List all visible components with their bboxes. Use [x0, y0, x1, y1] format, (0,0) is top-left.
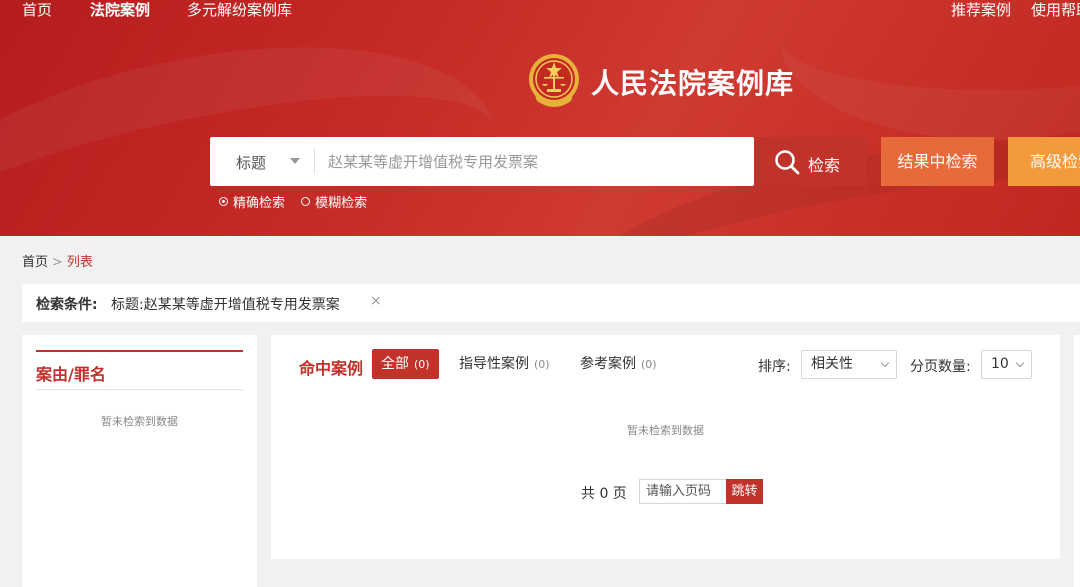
breadcrumb-separator: >: [52, 255, 63, 270]
divider: [314, 149, 315, 174]
breadcrumb-current: 列表: [66, 255, 93, 270]
nav-help[interactable]: 使用帮助: [1031, 0, 1080, 20]
page-number-input[interactable]: [639, 479, 727, 504]
remove-condition-icon[interactable]: ×: [370, 293, 382, 309]
cause-filter-panel: 案由/罪名 暂未检索到数据: [22, 335, 257, 587]
right-panel-edge: [1074, 335, 1080, 587]
nav-dispute-cases[interactable]: 多元解纷案例库: [187, 0, 292, 20]
cause-filter-title: 案由/罪名: [36, 365, 106, 384]
page-size-label: 分页数量:: [910, 359, 971, 375]
tab-count: (0): [641, 358, 657, 371]
empty-message: 暂未检索到数据: [101, 415, 178, 428]
breadcrumb: 首页 > 列表: [22, 251, 93, 270]
chevron-down-icon: [1015, 358, 1025, 368]
radio-exact-search[interactable]: 精确检索: [219, 192, 285, 211]
tab-guiding-cases[interactable]: 指导性案例 (0): [459, 349, 550, 379]
empty-message: 暂未检索到数据: [627, 424, 704, 437]
site-title: 人民法院案例库: [591, 67, 795, 100]
tab-label: 指导性案例: [459, 356, 529, 372]
search-icon: [774, 149, 800, 175]
page-size-select[interactable]: 10: [981, 350, 1032, 379]
search-condition-bar: 检索条件: 标题:赵某某等虚开增值税专用发票案 ×: [22, 284, 1080, 322]
radio-label: 模糊检索: [315, 196, 368, 211]
nav-recommended[interactable]: 推荐案例: [951, 0, 1011, 20]
page-jump-button[interactable]: 跳转: [726, 479, 763, 504]
search-within-button[interactable]: 结果中检索: [881, 137, 994, 186]
header-banner: 首页 法院案例 多元解纷案例库 推荐案例 使用帮助 人民法院案例库 标题: [0, 0, 1080, 236]
tab-label: 全部: [381, 356, 409, 372]
search-button-label: 检索: [808, 156, 841, 175]
search-input[interactable]: [328, 137, 748, 186]
radio-label: 精确检索: [233, 196, 286, 211]
top-navigation: 首页 法院案例 多元解纷案例库 推荐案例 使用帮助: [0, 0, 1080, 28]
page-size-value: 10: [991, 356, 1009, 372]
divider: [36, 389, 243, 390]
sort-select[interactable]: 相关性: [801, 350, 897, 379]
pager-total: 共 0 页: [581, 486, 627, 502]
caret-down-icon: [290, 158, 300, 164]
radio-unchecked-icon: [301, 197, 311, 206]
condition-label: 检索条件:: [36, 297, 98, 313]
tab-count: (0): [534, 358, 550, 371]
condition-value: 标题:赵某某等虚开增值税专用发票案: [111, 297, 340, 313]
tab-all[interactable]: 全部 (0): [372, 349, 439, 379]
radio-fuzzy-search[interactable]: 模糊检索: [301, 192, 367, 211]
sort-label: 排序:: [758, 359, 791, 375]
search-button[interactable]: 检索: [754, 137, 867, 186]
tab-label: 参考案例: [580, 356, 636, 372]
radio-checked-icon: [219, 197, 228, 206]
nav-court-cases[interactable]: 法院案例: [90, 0, 150, 20]
search-field-select[interactable]: 标题: [210, 137, 314, 186]
search-field-label: 标题: [236, 154, 267, 172]
tab-reference-cases[interactable]: 参考案例 (0): [580, 349, 657, 379]
nav-home[interactable]: 首页: [22, 0, 52, 20]
court-emblem-icon: [527, 51, 581, 112]
tab-count: (0): [414, 358, 430, 371]
sort-value: 相关性: [811, 356, 853, 372]
search-bar: 标题: [210, 137, 754, 186]
breadcrumb-home[interactable]: 首页: [22, 255, 48, 270]
search-mode-group: 精确检索 模糊检索: [219, 192, 379, 211]
chevron-down-icon: [880, 358, 890, 368]
advanced-search-button[interactable]: 高级检索: [1008, 137, 1080, 186]
results-panel: 命中案例 全部 (0) 指导性案例 (0) 参考案例 (0) 排序: 相关性 分页数量…: [271, 335, 1060, 559]
results-heading: 命中案例: [299, 359, 364, 378]
divider: [36, 350, 243, 352]
